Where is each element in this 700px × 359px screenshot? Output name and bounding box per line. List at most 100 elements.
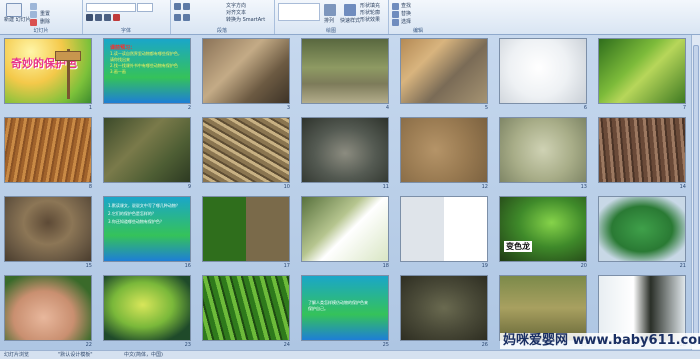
- slide-thumbnail-2[interactable]: 课前预习： 1.读一读自然界里动物都有哪些保护色， 请你找出来 2.找一找课外书…: [103, 38, 191, 104]
- slide-thumbnail-27[interactable]: [499, 275, 587, 341]
- status-bar: 幻灯片浏览 "默认设计模板" 中文(简体，中国): [0, 350, 700, 359]
- slide-number: 24: [283, 342, 290, 348]
- slide-number: 23: [184, 342, 191, 348]
- slide-number: 18: [382, 263, 389, 269]
- reset-button[interactable]: 重置: [40, 11, 50, 17]
- replace-button[interactable]: 替换: [401, 11, 411, 17]
- slide-thumbnail-8[interactable]: [4, 117, 92, 183]
- shape-fill-button[interactable]: 形状填充: [360, 3, 380, 9]
- slide-number: 25: [382, 342, 389, 348]
- slide-thumbnail-12[interactable]: [400, 117, 488, 183]
- shape-outline-button[interactable]: 形状轮廓: [360, 10, 380, 16]
- language-label: 中文(简体，中国): [124, 352, 163, 358]
- slide-number: 21: [679, 263, 686, 269]
- smartart-button[interactable]: 转换为 SmartArt: [226, 17, 265, 23]
- slide-thumbnail-13[interactable]: [499, 117, 587, 183]
- delete-icon[interactable]: [30, 19, 37, 26]
- italic-icon[interactable]: [95, 14, 102, 21]
- find-button[interactable]: 查找: [401, 3, 411, 9]
- slide-thumbnail-7[interactable]: [598, 38, 686, 104]
- slide-thumbnail-21[interactable]: [598, 196, 686, 262]
- slide-number: 9: [187, 184, 191, 190]
- slide-thumbnail-20[interactable]: 变色龙: [499, 196, 587, 262]
- font-group: 字体: [82, 0, 171, 34]
- slide-thumbnail-6[interactable]: [499, 38, 587, 104]
- slide-thumbnail-17[interactable]: [202, 196, 290, 262]
- find-icon[interactable]: [392, 3, 399, 10]
- bullets-icon[interactable]: [174, 3, 181, 10]
- slide-thumbnail-24[interactable]: [202, 275, 290, 341]
- numbering-icon[interactable]: [183, 3, 190, 10]
- select-icon[interactable]: [392, 19, 399, 26]
- shape-effects-button[interactable]: 形状效果: [360, 17, 380, 23]
- slide-thumbnail-10[interactable]: [202, 117, 290, 183]
- slide-number: 5: [484, 105, 488, 111]
- watermark: 妈咪爱婴网 www.baby611.com: [500, 333, 700, 349]
- slide-thumbnail-14[interactable]: [598, 117, 686, 183]
- slide-thumbnail-23[interactable]: [103, 275, 191, 341]
- underline-icon[interactable]: [104, 14, 111, 21]
- new-slide-button[interactable]: 新建 幻灯片: [4, 17, 31, 23]
- font-color-icon[interactable]: [113, 14, 120, 21]
- slide-thumbnail-22[interactable]: [4, 275, 92, 341]
- slide-thumbnail-25[interactable]: 了解人类怎样模仿动物的保护色来 保护自己。: [301, 275, 389, 341]
- quick-styles-icon[interactable]: [344, 4, 356, 16]
- slide-number: 11: [382, 184, 389, 190]
- slide-thumbnail-18[interactable]: [301, 196, 389, 262]
- slide-body-line: 1.默读课文，说说文中写了哪几种动物？: [108, 203, 180, 208]
- slide-number: 4: [385, 105, 389, 111]
- slide-thumbnail-11[interactable]: [301, 117, 389, 183]
- new-slide-icon[interactable]: [6, 3, 22, 17]
- delete-button[interactable]: 删除: [40, 19, 50, 25]
- slide-number: 13: [580, 184, 587, 190]
- reset-icon[interactable]: [30, 11, 37, 18]
- slide-thumbnail-16[interactable]: 1.默读课文，说说文中写了哪几种动物？ 2.它们的保护色是怎样的？ 3.你还知道…: [103, 196, 191, 262]
- slide-number: 10: [283, 184, 290, 190]
- editing-group: 查找 替换 选择 编辑: [388, 0, 448, 34]
- slide-thumbnail-26[interactable]: [400, 275, 488, 341]
- slide-thumbnail-28[interactable]: [598, 275, 686, 341]
- layout-icon[interactable]: [30, 3, 37, 10]
- align-center-icon[interactable]: [183, 14, 190, 21]
- slide-thumbnail-15[interactable]: [4, 196, 92, 262]
- slide-thumbnail-19[interactable]: [400, 196, 488, 262]
- slide-number: 1: [88, 105, 92, 111]
- slide-thumbnail-9[interactable]: [103, 117, 191, 183]
- slide-number: 2: [187, 105, 191, 111]
- arrange-button[interactable]: 排列: [324, 18, 334, 24]
- slide-body-line: 2.它们的保护色是怎样的？: [108, 211, 156, 216]
- shapes-gallery[interactable]: [278, 3, 320, 21]
- vertical-scrollbar[interactable]: [691, 35, 700, 351]
- slide-body-line: 3.你还知道哪些动物有保护色？: [108, 219, 164, 224]
- slide-thumbnail-4[interactable]: [301, 38, 389, 104]
- select-button[interactable]: 选择: [401, 19, 411, 25]
- quick-styles-button[interactable]: 快速样式: [340, 18, 360, 24]
- bold-icon[interactable]: [86, 14, 93, 21]
- text-direction-button[interactable]: 文字方向: [226, 3, 246, 9]
- slide-thumbnail-1[interactable]: 奇妙的保护色: [4, 38, 92, 104]
- font-name-select[interactable]: [86, 3, 136, 12]
- arrange-icon[interactable]: [324, 4, 336, 16]
- slide-number: 17: [283, 263, 290, 269]
- align-left-icon[interactable]: [174, 14, 181, 21]
- slides-group-label: 幻灯片: [33, 28, 49, 34]
- paragraph-group-label: 段落: [216, 28, 227, 34]
- align-text-button[interactable]: 对齐文本: [226, 10, 246, 16]
- slide-thumbnail-3[interactable]: [202, 38, 290, 104]
- slide-body-line: 了解人类怎样模仿动物的保护色来: [308, 300, 368, 305]
- scrollbar-thumb[interactable]: [693, 45, 699, 345]
- slide-thumbnail-5[interactable]: [400, 38, 488, 104]
- paragraph-group: 文字方向 对齐文本 转换为 SmartArt 段落: [170, 0, 275, 34]
- slide-number: 8: [88, 184, 92, 190]
- font-size-select[interactable]: [137, 3, 153, 12]
- replace-icon[interactable]: [392, 11, 399, 18]
- slide-body-line: 3.画一画: [110, 69, 126, 74]
- slide-number: 14: [679, 184, 686, 190]
- slide-label: 变色龙: [504, 241, 532, 252]
- slides-group: 新建 幻灯片 重置 删除 幻灯片: [0, 0, 83, 34]
- slide-number: 20: [580, 263, 587, 269]
- slide-number: 15: [85, 263, 92, 269]
- slide-number: 19: [481, 263, 488, 269]
- slide-number: 12: [481, 184, 488, 190]
- slide-body-line: 2.找一找课外书中有哪些动物有保护色: [110, 63, 178, 68]
